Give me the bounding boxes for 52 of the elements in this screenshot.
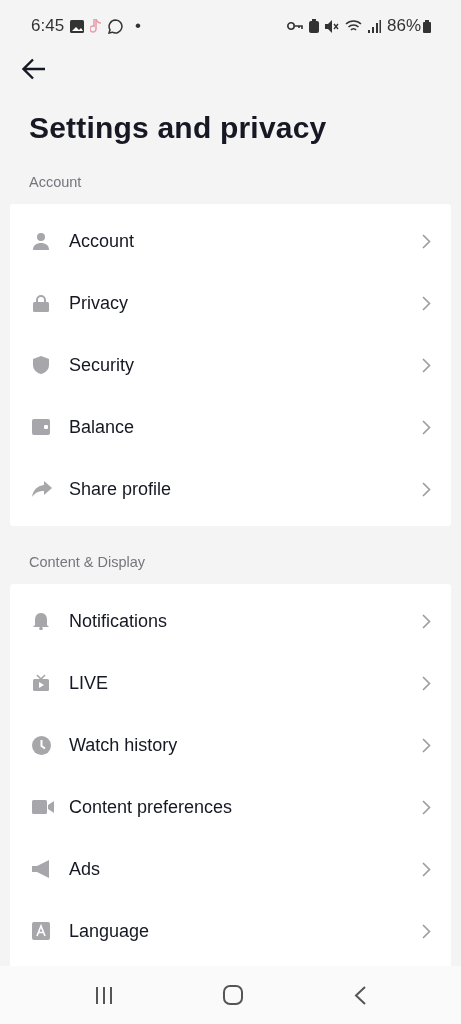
back-button[interactable] (20, 56, 48, 82)
chevron-icon (422, 481, 431, 497)
recent-apps-icon[interactable] (95, 986, 114, 1004)
wallet-icon (32, 418, 50, 436)
notification-dot: • (135, 16, 142, 36)
settings-row[interactable]: Share profile (10, 458, 451, 520)
megaphone-icon (32, 860, 52, 878)
chevron-icon (422, 799, 431, 815)
settings-row[interactable]: Content preferences (10, 776, 451, 838)
battery-saver-icon (308, 19, 319, 33)
settings-row[interactable]: Balance (10, 396, 451, 458)
clock-icon (32, 735, 51, 755)
chevron-icon (422, 923, 431, 939)
settings-row[interactable]: Security (10, 334, 451, 396)
chevron-icon (422, 613, 431, 629)
settings-row[interactable]: Language (10, 900, 451, 962)
chat-bubble-icon (108, 18, 124, 34)
back-icon[interactable] (353, 985, 366, 1005)
tv-icon (32, 674, 50, 692)
settings-row[interactable]: Ads (10, 838, 451, 900)
person-icon (32, 232, 50, 250)
wifi-icon (344, 19, 362, 33)
shield-icon (32, 356, 50, 374)
key-icon (286, 21, 303, 31)
chevron-icon (422, 233, 431, 249)
image-icon (70, 19, 85, 33)
settings-row[interactable]: Account (10, 210, 451, 272)
battery-icon (423, 19, 431, 33)
lock-icon (32, 294, 50, 312)
section-label: Account (28, 173, 83, 192)
chevron-icon (422, 357, 431, 373)
settings-row[interactable]: Notifications (10, 590, 451, 652)
share-arrow-icon (32, 481, 52, 497)
home-icon[interactable] (223, 985, 244, 1005)
bell-icon (32, 612, 50, 630)
settings-row[interactable]: LIVE (10, 652, 451, 714)
video-camera-icon (32, 800, 54, 814)
music-note-icon (90, 19, 103, 33)
chevron-icon (422, 419, 431, 435)
chevron-icon (422, 675, 431, 691)
settings-row[interactable]: Privacy (10, 272, 451, 334)
page-title: Settings and privacy (29, 110, 328, 146)
clock-time: 6:45 (31, 16, 65, 36)
chevron-icon (422, 861, 431, 877)
signal-icon (367, 19, 381, 33)
section-label: Content & Display (28, 553, 147, 572)
battery-percentage: 86% (386, 16, 421, 36)
letter-icon (32, 922, 50, 940)
settings-row[interactable]: Watch history (10, 714, 451, 776)
chevron-icon (422, 737, 431, 753)
chevron-icon (422, 295, 431, 311)
mute-icon (324, 19, 339, 33)
